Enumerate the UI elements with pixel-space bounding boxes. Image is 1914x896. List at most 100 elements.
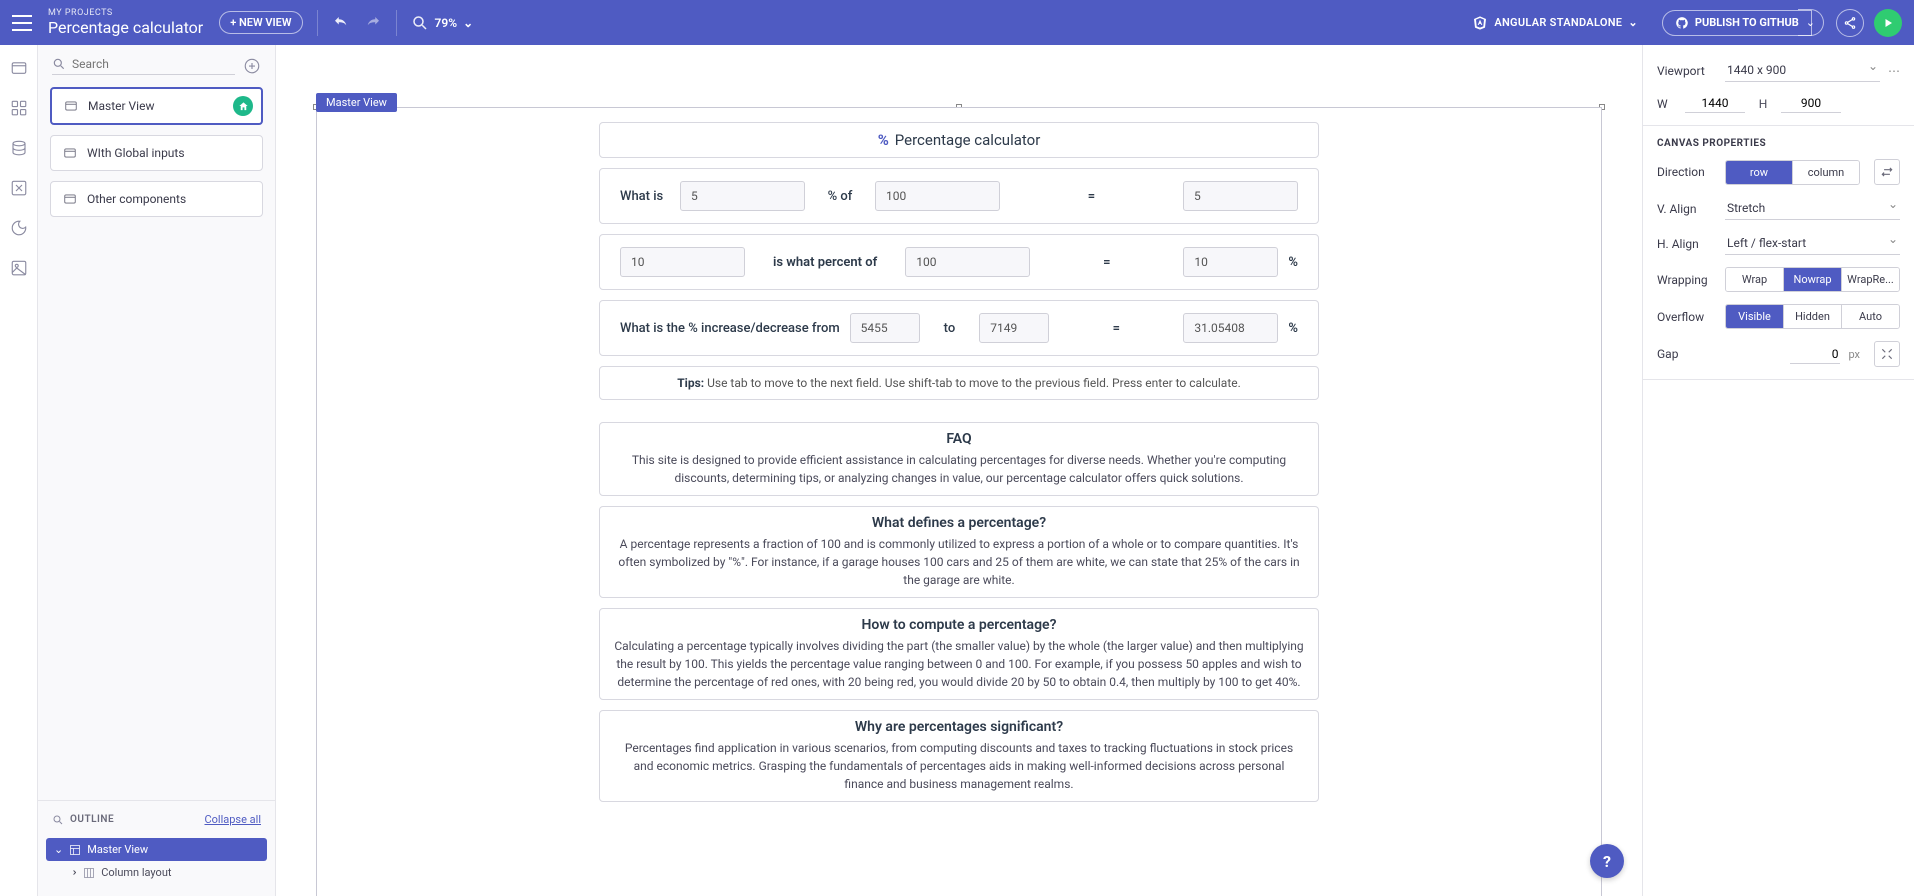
percent-symbol: % — [1288, 255, 1298, 270]
equals-sign: = — [1010, 189, 1173, 204]
tool-rail — [0, 45, 38, 896]
canvas[interactable]: Master View % Percentage calculator What… — [276, 45, 1642, 896]
artboard[interactable]: % Percentage calculator What is % of = i… — [316, 107, 1602, 896]
row1-input-b[interactable] — [875, 181, 1000, 211]
chevron-down-icon: ⌄ — [1806, 16, 1815, 29]
publish-button[interactable]: PUBLISH TO GITHUB — [1662, 10, 1812, 36]
views-list: Master View WIth Global inputs Other com… — [38, 83, 275, 221]
views-icon[interactable] — [10, 59, 28, 77]
assets-icon[interactable] — [10, 259, 28, 277]
title-text: Percentage calculator — [895, 131, 1041, 149]
preview-button[interactable] — [1874, 9, 1902, 37]
components-icon[interactable] — [10, 99, 28, 117]
tips-text: Use tab to move to the next field. Use s… — [707, 376, 1241, 390]
viewport-more-icon[interactable]: ⋯ — [1888, 64, 1900, 78]
play-icon — [1882, 17, 1894, 29]
tree-child-label: Column layout — [101, 866, 171, 879]
gap-unit: px — [1848, 348, 1860, 361]
tree-child[interactable]: ⌄ Column layout — [46, 861, 267, 884]
direction-row-button[interactable]: row — [1726, 161, 1793, 184]
row2-result[interactable] — [1183, 247, 1278, 277]
data-icon[interactable] — [10, 139, 28, 157]
framework-selector[interactable]: ANGULAR STANDALONE ⌄ — [1472, 15, 1638, 31]
search-field[interactable] — [52, 57, 235, 75]
outline-section: OUTLINE Collapse all ⌄ Master View ⌄ Col… — [38, 800, 275, 896]
valign-select[interactable]: Stretch — [1725, 197, 1900, 220]
faq-title: FAQ — [614, 431, 1304, 447]
tips-row: Tips: Use tab to move to the next field.… — [599, 366, 1319, 400]
gap-expand-icon[interactable] — [1874, 341, 1900, 367]
row3-result[interactable] — [1183, 313, 1278, 343]
home-icon — [238, 101, 249, 112]
undo-icon[interactable] — [332, 14, 350, 32]
new-view-button[interactable]: + NEW VIEW — [219, 11, 302, 34]
view-name: Other components — [87, 192, 186, 206]
zoom-control[interactable]: 79% ⌄ — [411, 14, 474, 32]
collapse-all-link[interactable]: Collapse all — [204, 813, 261, 826]
publish-dropdown[interactable]: ⌄ — [1798, 9, 1824, 36]
row2-input-a[interactable] — [620, 247, 745, 277]
row3-input-b[interactable] — [979, 313, 1049, 343]
row1-result[interactable] — [1183, 181, 1298, 211]
projects-label: MY PROJECTS — [48, 8, 203, 18]
row1-input-a[interactable] — [680, 181, 805, 211]
add-view-icon[interactable] — [243, 57, 261, 75]
faq-card: Why are percentages significant? Percent… — [599, 710, 1319, 802]
tree-root[interactable]: ⌄ Master View — [46, 838, 267, 861]
properties-panel: Viewport 1440 x 900 ⋯ W H CANVAS PROPERT… — [1642, 45, 1914, 896]
help-button[interactable]: ? — [1590, 844, 1624, 878]
menu-icon[interactable] — [12, 15, 32, 31]
equals-sign: = — [1059, 321, 1173, 336]
gap-label: Gap — [1657, 347, 1717, 361]
project-header: MY PROJECTS Percentage calculator — [48, 8, 203, 37]
app-title: % Percentage calculator — [599, 122, 1319, 158]
calc-row-3: What is the % increase/decrease from to … — [599, 300, 1319, 356]
height-input[interactable] — [1781, 94, 1841, 113]
outline-label: OUTLINE — [70, 814, 114, 825]
faq-card: How to compute a percentage? Calculating… — [599, 608, 1319, 700]
wrapping-label: Wrapping — [1657, 273, 1717, 287]
overflow-hidden-button[interactable]: Hidden — [1784, 305, 1842, 328]
zoom-icon — [411, 14, 429, 32]
artboard-label: Master View — [316, 93, 397, 112]
layout-icon — [69, 844, 81, 856]
view-icon — [63, 146, 77, 160]
publish-label: PUBLISH TO GITHUB — [1695, 16, 1799, 29]
faq-body: Calculating a percentage typically invol… — [614, 637, 1304, 691]
wrapreverse-button[interactable]: WrapRe... — [1842, 268, 1899, 291]
row1-mid: % of — [815, 189, 865, 204]
theme-icon[interactable] — [10, 219, 28, 237]
github-icon — [1675, 16, 1689, 30]
faq-body: A percentage represents a fraction of 10… — [614, 535, 1304, 589]
view-item-master[interactable]: Master View — [50, 87, 263, 125]
view-item-global-inputs[interactable]: WIth Global inputs — [50, 135, 263, 171]
search-input[interactable] — [72, 57, 235, 71]
redo-icon[interactable] — [364, 14, 382, 32]
view-item-other-components[interactable]: Other components — [50, 181, 263, 217]
equals-sign: = — [1040, 255, 1173, 270]
search-icon — [52, 57, 66, 71]
row3-input-a[interactable] — [850, 313, 920, 343]
width-label: W — [1657, 97, 1677, 111]
view-name: Master View — [88, 99, 154, 113]
halign-select[interactable]: Left / flex-start — [1725, 232, 1900, 255]
variable-icon[interactable] — [10, 179, 28, 197]
row2-input-b[interactable] — [905, 247, 1030, 277]
left-panel: Master View WIth Global inputs Other com… — [38, 45, 276, 896]
row3-prefix: What is the % increase/decrease from — [620, 321, 840, 336]
nowrap-button[interactable]: Nowrap — [1784, 268, 1842, 291]
viewport-label: Viewport — [1657, 64, 1717, 78]
width-input[interactable] — [1685, 94, 1745, 113]
view-icon — [64, 99, 78, 113]
halign-label: H. Align — [1657, 237, 1717, 251]
wrap-button[interactable]: Wrap — [1726, 268, 1784, 291]
direction-column-button[interactable]: column — [1793, 161, 1859, 184]
workbench: Master View WIth Global inputs Other com… — [0, 45, 1914, 896]
overflow-visible-button[interactable]: Visible — [1726, 305, 1784, 328]
overflow-auto-button[interactable]: Auto — [1842, 305, 1899, 328]
viewport-select[interactable]: 1440 x 900 — [1725, 59, 1880, 82]
gap-input[interactable] — [1790, 345, 1840, 364]
swap-axis-icon[interactable] — [1874, 159, 1900, 185]
share-icon[interactable] — [1836, 9, 1864, 37]
top-bar: MY PROJECTS Percentage calculator + NEW … — [0, 0, 1914, 45]
